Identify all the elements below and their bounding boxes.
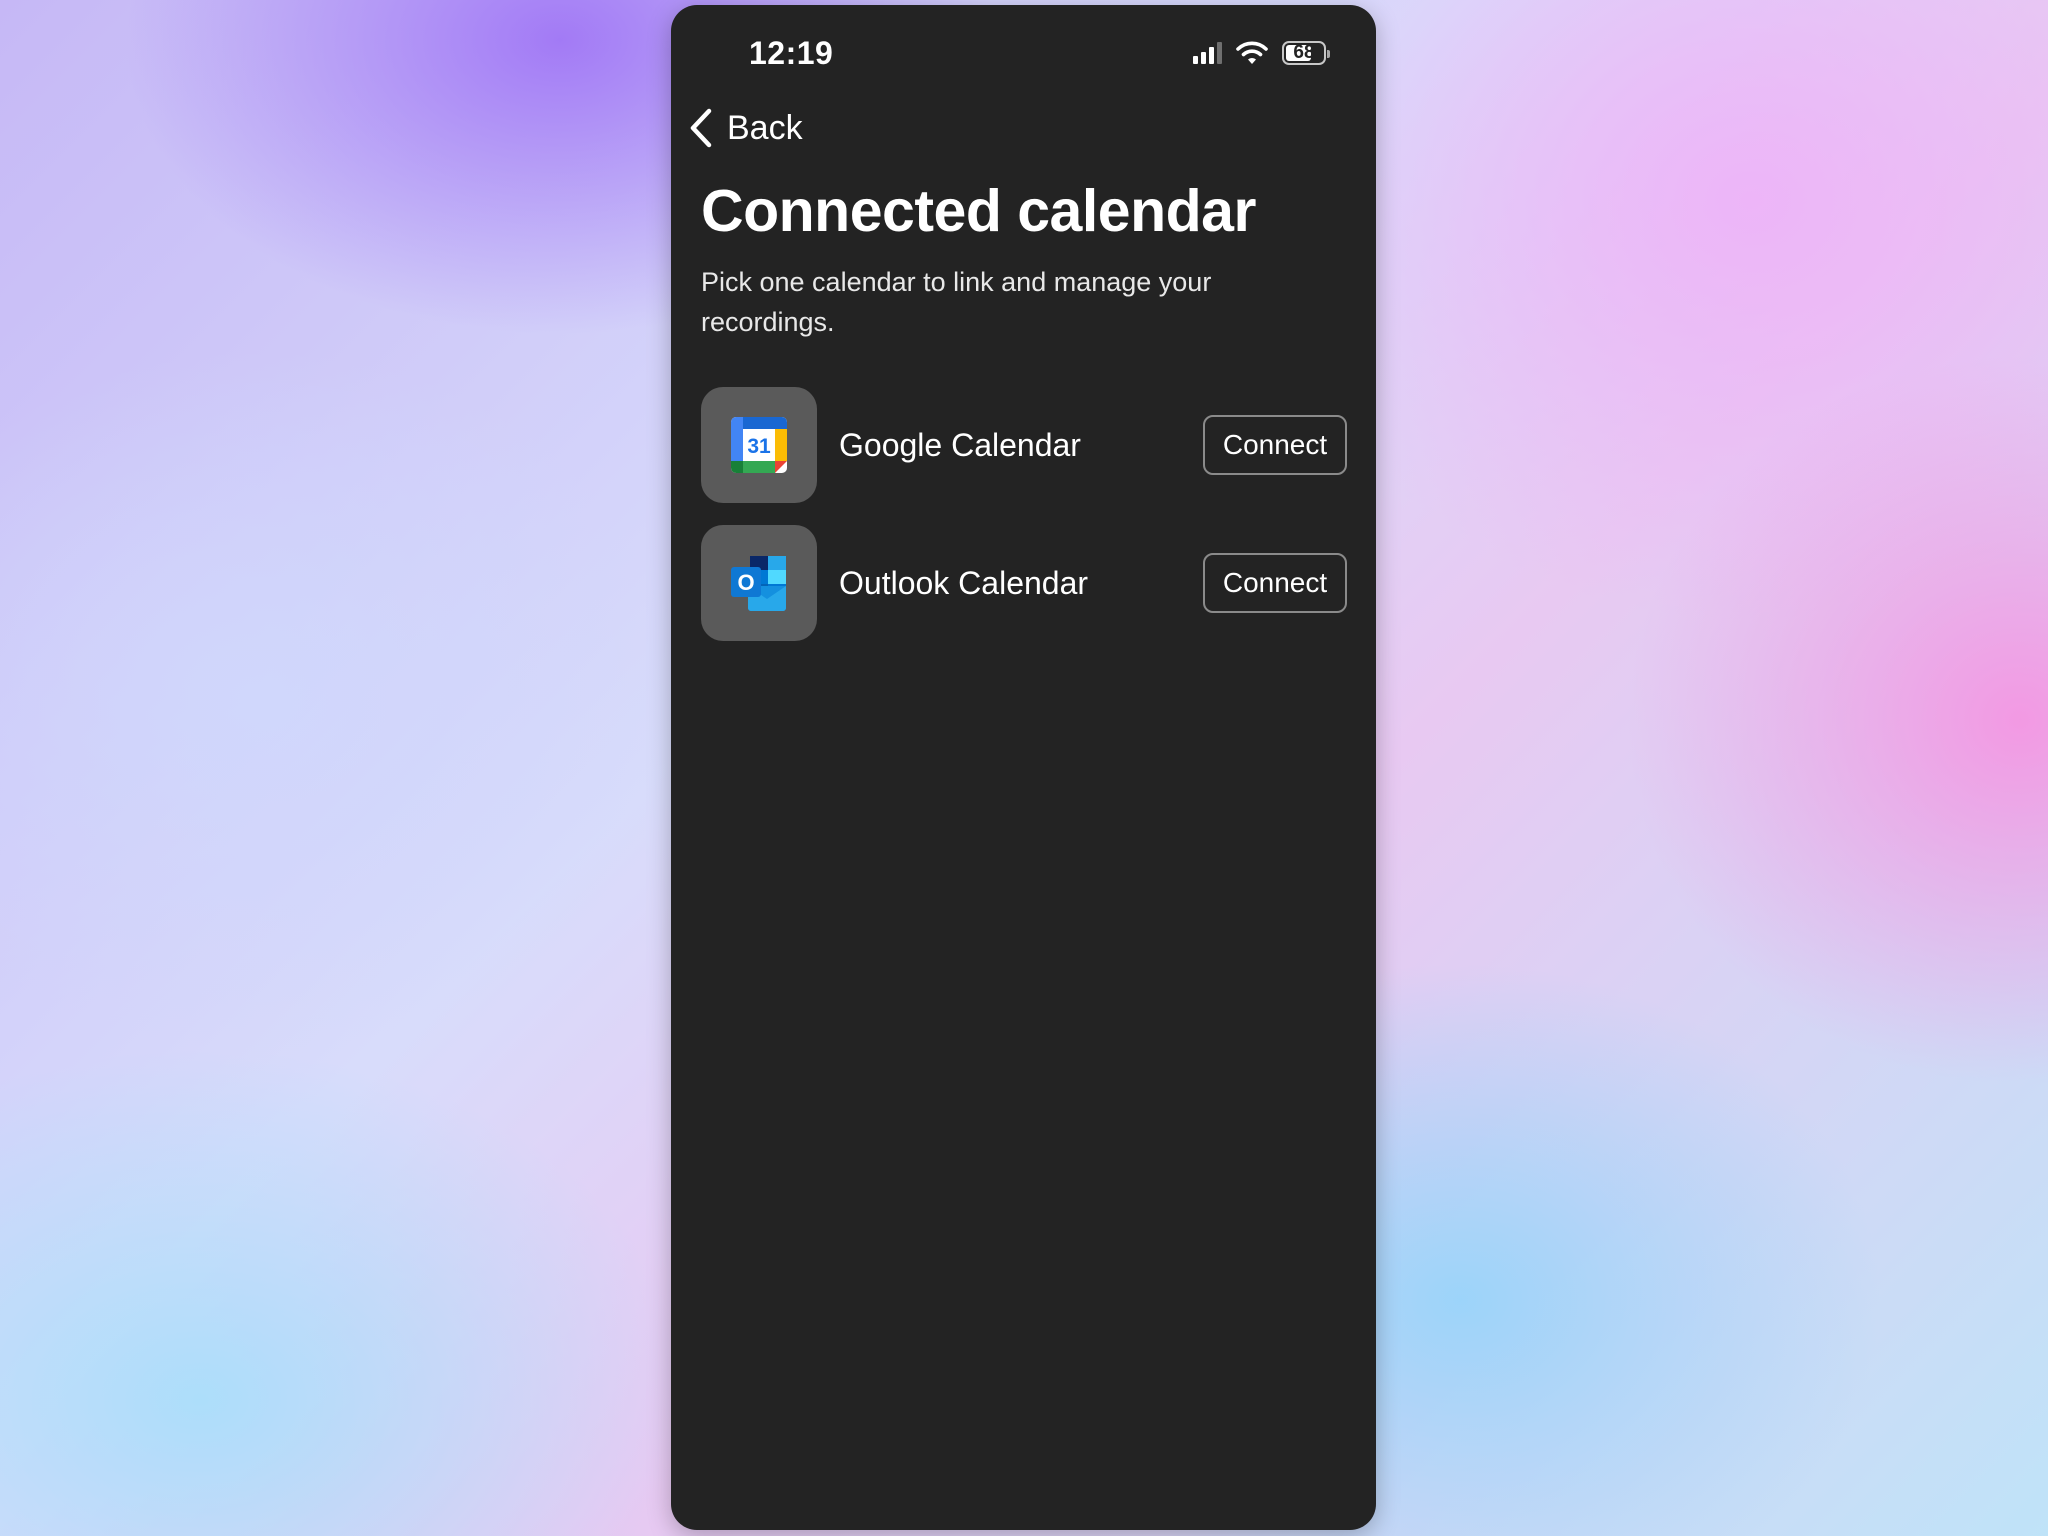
back-label: Back (727, 108, 803, 147)
page-subtitle: Pick one calendar to link and manage you… (701, 267, 1212, 337)
calendar-list: 31 Google Calendar Connect O Outlook Cal… (701, 387, 1347, 663)
svg-text:31: 31 (747, 435, 771, 458)
connect-google-button[interactable]: Connect (1203, 415, 1347, 475)
battery-percent: 68 (1293, 42, 1315, 63)
google-calendar-icon: 31 (731, 417, 787, 473)
app-icon-tile: 31 (701, 387, 817, 503)
calendar-row-google: 31 Google Calendar Connect (701, 387, 1347, 503)
app-icon-tile: O (701, 525, 817, 641)
calendar-name: Google Calendar (839, 426, 1081, 463)
phone-screen: 12:19 68 Back Connected calendar Pick on… (671, 5, 1376, 1530)
outlook-calendar-icon: O (731, 556, 786, 611)
calendar-row-outlook: O Outlook Calendar Connect (701, 525, 1347, 641)
chevron-left-icon (690, 108, 712, 148)
cellular-signal-icon (1193, 42, 1222, 64)
calendar-name: Outlook Calendar (839, 564, 1089, 601)
connect-outlook-button[interactable]: Connect (1203, 553, 1347, 613)
status-time: 12:19 (749, 35, 834, 71)
svg-text:O: O (737, 570, 754, 595)
back-button[interactable]: Back (687, 107, 803, 149)
status-icons: 68 (1193, 41, 1330, 65)
wifi-icon (1236, 41, 1268, 64)
battery-icon: 68 (1282, 41, 1330, 65)
status-bar: 12:19 68 (671, 5, 1376, 100)
page-title: Connected calendar (701, 178, 1256, 244)
